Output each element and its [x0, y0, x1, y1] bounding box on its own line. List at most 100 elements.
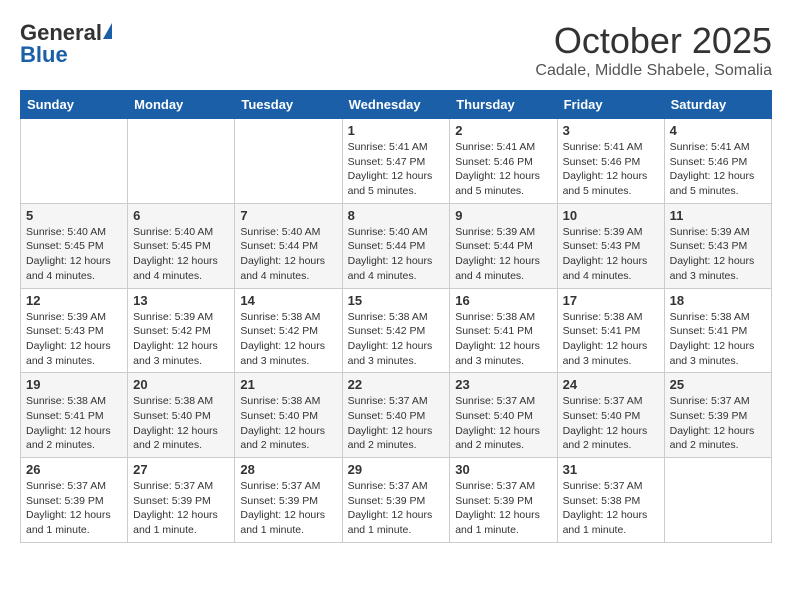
calendar-cell — [128, 119, 235, 204]
calendar-cell — [664, 458, 771, 543]
calendar-cell — [235, 119, 342, 204]
calendar-cell: 20Sunrise: 5:38 AM Sunset: 5:40 PM Dayli… — [128, 373, 235, 458]
day-number: 23 — [455, 377, 551, 392]
day-info: Sunrise: 5:37 AM Sunset: 5:39 PM Dayligh… — [455, 479, 551, 538]
day-number: 18 — [670, 293, 766, 308]
weekday-header-sunday: Sunday — [21, 91, 128, 119]
calendar-cell: 28Sunrise: 5:37 AM Sunset: 5:39 PM Dayli… — [235, 458, 342, 543]
month-title: October 2025 — [535, 20, 772, 62]
weekday-header-wednesday: Wednesday — [342, 91, 450, 119]
logo: General Blue — [20, 20, 114, 68]
day-number: 19 — [26, 377, 122, 392]
calendar-cell: 30Sunrise: 5:37 AM Sunset: 5:39 PM Dayli… — [450, 458, 557, 543]
day-number: 13 — [133, 293, 229, 308]
day-number: 9 — [455, 208, 551, 223]
day-info: Sunrise: 5:38 AM Sunset: 5:41 PM Dayligh… — [26, 394, 122, 453]
day-info: Sunrise: 5:37 AM Sunset: 5:40 PM Dayligh… — [455, 394, 551, 453]
day-info: Sunrise: 5:40 AM Sunset: 5:44 PM Dayligh… — [348, 225, 445, 284]
calendar-cell: 9 Sunrise: 5:39 AM Sunset: 5:44 PM Daylig… — [450, 203, 557, 288]
day-info: Sunrise: 5:39 AM Sunset: 5:43 PM Dayligh… — [670, 225, 766, 284]
logo-triangle-icon — [103, 23, 112, 39]
day-info: Sunrise: 5:37 AM Sunset: 5:40 PM Dayligh… — [348, 394, 445, 453]
day-number: 28 — [240, 462, 336, 477]
calendar-week-2: 5 Sunrise: 5:40 AM Sunset: 5:45 PM Daylig… — [21, 203, 772, 288]
day-info: Sunrise: 5:37 AM Sunset: 5:39 PM Dayligh… — [348, 479, 445, 538]
calendar-cell: 23 Sunrise: 5:37 AM Sunset: 5:40 PM Dayli… — [450, 373, 557, 458]
page-header: General Blue October 2025 Cadale, Middle… — [20, 20, 772, 80]
day-number: 6 — [133, 208, 229, 223]
weekday-header-thursday: Thursday — [450, 91, 557, 119]
calendar-week-3: 12 Sunrise: 5:39 AM Sunset: 5:43 PM Dayli… — [21, 288, 772, 373]
day-number: 21 — [240, 377, 336, 392]
day-number: 5 — [26, 208, 122, 223]
calendar-week-4: 19 Sunrise: 5:38 AM Sunset: 5:41 PM Dayli… — [21, 373, 772, 458]
day-number: 31 — [563, 462, 659, 477]
day-number: 3 — [563, 123, 659, 138]
calendar-cell: 13Sunrise: 5:39 AM Sunset: 5:42 PM Dayli… — [128, 288, 235, 373]
calendar-header-row: SundayMondayTuesdayWednesdayThursdayFrid… — [21, 91, 772, 119]
day-info: Sunrise: 5:38 AM Sunset: 5:40 PM Dayligh… — [133, 394, 229, 453]
calendar-cell: 21 Sunrise: 5:38 AM Sunset: 5:40 PM Dayli… — [235, 373, 342, 458]
day-info: Sunrise: 5:39 AM Sunset: 5:43 PM Dayligh… — [26, 310, 122, 369]
day-info: Sunrise: 5:37 AM Sunset: 5:39 PM Dayligh… — [26, 479, 122, 538]
calendar-cell: 22 Sunrise: 5:37 AM Sunset: 5:40 PM Dayli… — [342, 373, 450, 458]
calendar-cell: 16 Sunrise: 5:38 AM Sunset: 5:41 PM Dayli… — [450, 288, 557, 373]
day-info: Sunrise: 5:37 AM Sunset: 5:38 PM Dayligh… — [563, 479, 659, 538]
calendar-cell: 10 Sunrise: 5:39 AM Sunset: 5:43 PM Dayli… — [557, 203, 664, 288]
title-block: October 2025 Cadale, Middle Shabele, Som… — [535, 20, 772, 80]
day-number: 1 — [348, 123, 445, 138]
calendar-cell: 3 Sunrise: 5:41 AM Sunset: 5:46 PM Daylig… — [557, 119, 664, 204]
calendar-cell: 24Sunrise: 5:37 AM Sunset: 5:40 PM Dayli… — [557, 373, 664, 458]
logo-blue: Blue — [20, 42, 68, 68]
day-number: 29 — [348, 462, 445, 477]
day-number: 22 — [348, 377, 445, 392]
day-info: Sunrise: 5:40 AM Sunset: 5:44 PM Dayligh… — [240, 225, 336, 284]
calendar-cell: 7Sunrise: 5:40 AM Sunset: 5:44 PM Daylig… — [235, 203, 342, 288]
day-number: 10 — [563, 208, 659, 223]
calendar-cell: 1 Sunrise: 5:41 AM Sunset: 5:47 PM Daylig… — [342, 119, 450, 204]
weekday-header-monday: Monday — [128, 91, 235, 119]
location-title: Cadale, Middle Shabele, Somalia — [535, 62, 772, 80]
day-info: Sunrise: 5:38 AM Sunset: 5:41 PM Dayligh… — [670, 310, 766, 369]
calendar-cell: 12 Sunrise: 5:39 AM Sunset: 5:43 PM Dayli… — [21, 288, 128, 373]
day-info: Sunrise: 5:38 AM Sunset: 5:41 PM Dayligh… — [563, 310, 659, 369]
day-info: Sunrise: 5:41 AM Sunset: 5:47 PM Dayligh… — [348, 140, 445, 199]
calendar-cell: 29 Sunrise: 5:37 AM Sunset: 5:39 PM Dayli… — [342, 458, 450, 543]
calendar-week-5: 26 Sunrise: 5:37 AM Sunset: 5:39 PM Dayli… — [21, 458, 772, 543]
day-info: Sunrise: 5:40 AM Sunset: 5:45 PM Dayligh… — [26, 225, 122, 284]
day-number: 11 — [670, 208, 766, 223]
day-info: Sunrise: 5:41 AM Sunset: 5:46 PM Dayligh… — [455, 140, 551, 199]
day-info: Sunrise: 5:38 AM Sunset: 5:42 PM Dayligh… — [240, 310, 336, 369]
calendar-cell: 25Sunrise: 5:37 AM Sunset: 5:39 PM Dayli… — [664, 373, 771, 458]
calendar-cell: 8Sunrise: 5:40 AM Sunset: 5:44 PM Daylig… — [342, 203, 450, 288]
calendar-cell — [21, 119, 128, 204]
calendar-week-1: 1 Sunrise: 5:41 AM Sunset: 5:47 PM Daylig… — [21, 119, 772, 204]
calendar-cell: 18 Sunrise: 5:38 AM Sunset: 5:41 PM Dayli… — [664, 288, 771, 373]
day-info: Sunrise: 5:38 AM Sunset: 5:40 PM Dayligh… — [240, 394, 336, 453]
weekday-header-friday: Friday — [557, 91, 664, 119]
calendar-cell: 5 Sunrise: 5:40 AM Sunset: 5:45 PM Daylig… — [21, 203, 128, 288]
calendar-cell: 26 Sunrise: 5:37 AM Sunset: 5:39 PM Dayli… — [21, 458, 128, 543]
day-info: Sunrise: 5:41 AM Sunset: 5:46 PM Dayligh… — [563, 140, 659, 199]
day-info: Sunrise: 5:41 AM Sunset: 5:46 PM Dayligh… — [670, 140, 766, 199]
calendar-cell: 6 Sunrise: 5:40 AM Sunset: 5:45 PM Daylig… — [128, 203, 235, 288]
day-number: 15 — [348, 293, 445, 308]
weekday-header-tuesday: Tuesday — [235, 91, 342, 119]
day-number: 4 — [670, 123, 766, 138]
calendar-cell: 14 Sunrise: 5:38 AM Sunset: 5:42 PM Dayli… — [235, 288, 342, 373]
day-info: Sunrise: 5:37 AM Sunset: 5:39 PM Dayligh… — [670, 394, 766, 453]
day-info: Sunrise: 5:40 AM Sunset: 5:45 PM Dayligh… — [133, 225, 229, 284]
calendar-cell: 4 Sunrise: 5:41 AM Sunset: 5:46 PM Daylig… — [664, 119, 771, 204]
day-number: 14 — [240, 293, 336, 308]
day-info: Sunrise: 5:39 AM Sunset: 5:43 PM Dayligh… — [563, 225, 659, 284]
day-info: Sunrise: 5:37 AM Sunset: 5:40 PM Dayligh… — [563, 394, 659, 453]
day-info: Sunrise: 5:38 AM Sunset: 5:41 PM Dayligh… — [455, 310, 551, 369]
calendar-cell: 19 Sunrise: 5:38 AM Sunset: 5:41 PM Dayli… — [21, 373, 128, 458]
day-number: 26 — [26, 462, 122, 477]
day-number: 16 — [455, 293, 551, 308]
calendar-cell: 11 Sunrise: 5:39 AM Sunset: 5:43 PM Dayli… — [664, 203, 771, 288]
day-info: Sunrise: 5:38 AM Sunset: 5:42 PM Dayligh… — [348, 310, 445, 369]
calendar-cell: 27Sunrise: 5:37 AM Sunset: 5:39 PM Dayli… — [128, 458, 235, 543]
day-info: Sunrise: 5:39 AM Sunset: 5:44 PM Dayligh… — [455, 225, 551, 284]
day-number: 12 — [26, 293, 122, 308]
